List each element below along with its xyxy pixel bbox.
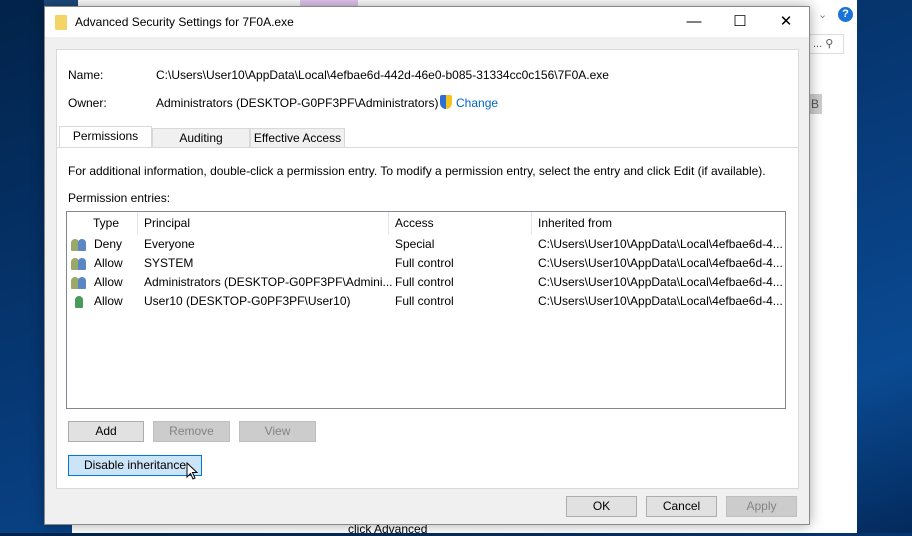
disable-inheritance-button[interactable]: Disable inheritance xyxy=(68,455,202,476)
maximize-button[interactable]: ☐ xyxy=(717,7,763,37)
cancel-button[interactable]: Cancel xyxy=(646,496,717,517)
cell-type: Allow xyxy=(94,294,123,308)
bg-search-text: ... xyxy=(813,38,823,50)
column-header-inherited[interactable]: Inherited from xyxy=(532,212,786,234)
permission-entries-list[interactable]: Type Principal Access Inherited from Den… xyxy=(66,211,786,409)
cell-access: Full control xyxy=(395,275,454,289)
group-users-icon xyxy=(71,238,87,251)
group-users-icon xyxy=(71,276,87,289)
cell-type: Allow xyxy=(94,275,123,289)
tab-effective-access[interactable]: Effective Access xyxy=(250,128,345,148)
group-users-icon xyxy=(71,257,87,270)
cell-principal: Everyone xyxy=(144,237,195,251)
title-bar: Advanced Security Settings for 7F0A.exe … xyxy=(45,7,809,37)
cell-access: Special xyxy=(395,237,435,251)
chevron-down-icon[interactable]: ⌄ xyxy=(818,8,827,21)
entries-label: Permission entries: xyxy=(68,191,171,205)
tab-auditing[interactable]: Auditing xyxy=(152,128,250,148)
table-row[interactable]: Allow SYSTEM Full control C:\Users\User10\A… xyxy=(67,254,785,273)
apply-button[interactable]: Apply xyxy=(726,496,797,517)
cell-inherited-from: C:\Users\User10\AppData\Local\4efbae6d-4… xyxy=(538,275,783,289)
cell-type: Allow xyxy=(94,256,123,270)
change-link-text: Change xyxy=(456,96,499,110)
name-value: C:\Users\User10\AppData\Local\4efbae6d-4… xyxy=(156,68,609,82)
dialog-title: Advanced Security Settings for 7F0A.exe xyxy=(75,15,294,29)
minimize-button[interactable]: — xyxy=(671,7,717,37)
bg-search-box[interactable]: ... ⚲ xyxy=(808,34,844,54)
permissions-tab-content: For additional information, double-click… xyxy=(56,147,799,489)
search-icon: ⚲ xyxy=(825,38,834,50)
view-button[interactable]: View xyxy=(239,421,316,442)
table-row[interactable]: Allow Administrators (DESKTOP-G0PF3PF\Adm… xyxy=(67,273,785,292)
info-text: For additional information, double-click… xyxy=(68,164,766,178)
cell-principal: Administrators (DESKTOP-G0PF3PF\Admini..… xyxy=(144,275,393,289)
cell-inherited-from: C:\Users\User10\AppData\Local\4efbae6d-4… xyxy=(538,294,783,308)
cell-type: Deny xyxy=(94,237,123,251)
advanced-security-dialog: Advanced Security Settings for 7F0A.exe … xyxy=(44,6,810,525)
table-row[interactable]: Allow User10 (DESKTOP-G0PF3PF\User10) Full… xyxy=(67,292,785,311)
mouse-cursor-icon xyxy=(186,462,198,480)
close-button[interactable]: ✕ xyxy=(763,7,809,37)
cell-principal: User10 (DESKTOP-G0PF3PF\User10) xyxy=(144,294,351,308)
add-button[interactable]: Add xyxy=(68,421,144,442)
remove-button[interactable]: Remove xyxy=(153,421,230,442)
column-header-access[interactable]: Access xyxy=(389,212,532,234)
folder-icon xyxy=(55,15,67,30)
tab-permissions[interactable]: Permissions xyxy=(59,126,152,148)
help-icon[interactable]: ? xyxy=(838,7,853,22)
cell-access: Full control xyxy=(395,256,454,270)
cell-inherited-from: C:\Users\User10\AppData\Local\4efbae6d-4… xyxy=(538,256,783,270)
column-header-type[interactable]: Type xyxy=(87,212,138,234)
table-row[interactable]: Deny Everyone Special C:\Users\User10\AppDa… xyxy=(67,235,785,254)
bg-button[interactable]: B xyxy=(808,94,822,114)
cell-access: Full control xyxy=(395,294,454,308)
main-panel: Name: C:\Users\User10\AppData\Local\4efb… xyxy=(56,49,799,489)
cell-inherited-from: C:\Users\User10\AppData\Local\4efbae6d-4… xyxy=(538,237,783,251)
user-icon xyxy=(71,295,87,308)
name-label: Name: xyxy=(68,68,104,82)
owner-value: Administrators (DESKTOP-G0PF3PF\Administ… xyxy=(156,96,439,110)
owner-label: Owner: xyxy=(68,96,107,110)
cell-principal: SYSTEM xyxy=(144,256,194,270)
uac-shield-icon xyxy=(440,95,452,109)
column-header-principal[interactable]: Principal xyxy=(138,212,389,234)
change-owner-link[interactable]: Change xyxy=(440,95,498,110)
ok-button[interactable]: OK xyxy=(566,496,637,517)
